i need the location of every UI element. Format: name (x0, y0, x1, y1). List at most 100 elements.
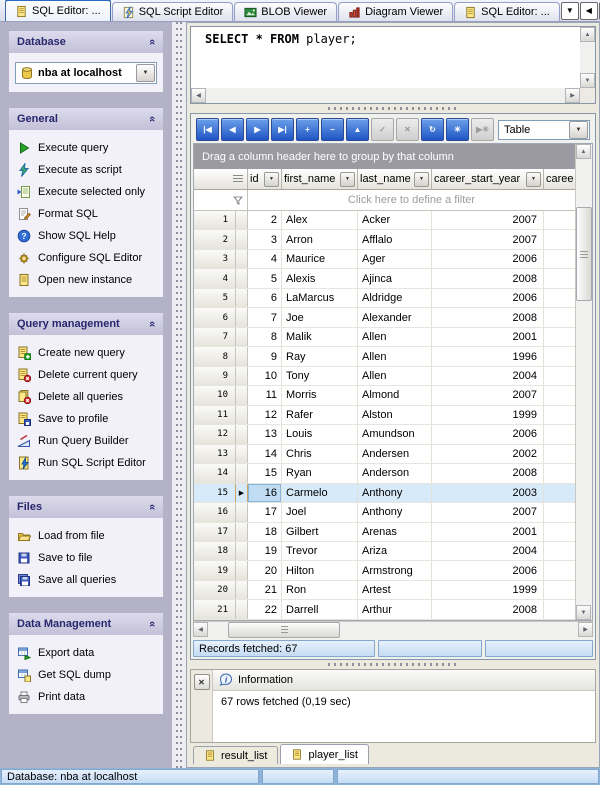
cell-last_name[interactable]: Afflalo (358, 230, 432, 248)
cell-career_start_year[interactable]: 2007 (432, 503, 544, 521)
tab-list-button[interactable]: ▼ (561, 2, 579, 20)
table-row[interactable]: 1112RaferAlston1999 (194, 406, 575, 425)
row-number-cell[interactable]: 15 (194, 484, 236, 502)
cell-last_name[interactable]: Arthur (358, 600, 432, 618)
sidebar-item-save-all-queries[interactable]: Save all queries (13, 569, 159, 591)
cell-career_start_year[interactable]: 2008 (432, 464, 544, 482)
cell-id[interactable]: 7 (248, 308, 282, 326)
scroll-right-icon[interactable]: ▶ (565, 88, 580, 103)
grid-menu-icon[interactable] (233, 175, 243, 184)
table-row[interactable]: 1213LouisAmundson2006 (194, 425, 575, 444)
cell-id[interactable]: 18 (248, 523, 282, 541)
chevron-down-icon[interactable]: ▼ (264, 172, 279, 187)
cell-id[interactable]: 8 (248, 328, 282, 346)
sidebar-item-save-to-profile[interactable]: Save to profile (13, 408, 159, 430)
row-number-cell[interactable]: 13 (194, 445, 236, 463)
cell-career-partial[interactable] (544, 406, 575, 424)
cell-last_name[interactable]: Almond (358, 386, 432, 404)
cell-id[interactable]: 5 (248, 269, 282, 287)
sidebar-item-open-new-instance[interactable]: Open new instance (13, 269, 159, 291)
cell-id[interactable]: 22 (248, 600, 282, 618)
refresh-records-button[interactable]: ↻ (421, 118, 444, 141)
section-header[interactable]: Files« (9, 496, 163, 518)
cell-career_start_year[interactable]: 2003 (432, 484, 544, 502)
cell-career-partial[interactable] (544, 386, 575, 404)
grid-corner-cell[interactable] (194, 169, 248, 189)
cell-career_start_year[interactable]: 2006 (432, 425, 544, 443)
cell-first_name[interactable]: Tony (282, 367, 358, 385)
cell-last_name[interactable]: Andersen (358, 445, 432, 463)
row-number-cell[interactable]: 17 (194, 523, 236, 541)
cell-id[interactable]: 21 (248, 581, 282, 599)
tab-sql-editor-[interactable]: SQL Editor: ... (5, 0, 111, 21)
chevron-down-icon[interactable]: ▼ (526, 172, 541, 187)
sidebar-item-execute-query[interactable]: Execute query (13, 137, 159, 159)
sidebar-item-run-query-builder[interactable]: Run Query Builder (13, 430, 159, 452)
row-number-cell[interactable]: 14 (194, 464, 236, 482)
section-header[interactable]: Query management« (9, 313, 163, 335)
scroll-up-icon[interactable]: ▲ (576, 144, 591, 159)
cell-career-partial[interactable] (544, 269, 575, 287)
cell-id[interactable]: 16 (248, 484, 282, 502)
cell-career_start_year[interactable]: 2008 (432, 600, 544, 618)
cell-id[interactable]: 17 (248, 503, 282, 521)
cell-career_start_year[interactable]: 2007 (432, 386, 544, 404)
table-row[interactable]: 89RayAllen1996 (194, 347, 575, 366)
table-row[interactable]: 910TonyAllen2004 (194, 367, 575, 386)
table-row[interactable]: 1011MorrisAlmond2007 (194, 386, 575, 405)
row-number-cell[interactable]: 9 (194, 367, 236, 385)
row-number-cell[interactable]: 10 (194, 386, 236, 404)
table-row[interactable]: 15▶16CarmeloAnthony2003 (194, 484, 575, 503)
close-icon[interactable]: ✕ (194, 674, 210, 690)
scroll-tabs-left-button[interactable]: ◀ (580, 2, 598, 20)
cell-career-partial[interactable] (544, 445, 575, 463)
cell-career_start_year[interactable]: 1999 (432, 581, 544, 599)
cell-last_name[interactable]: Armstrong (358, 561, 432, 579)
collapse-chevron-icon[interactable]: « (146, 321, 158, 327)
cell-career_start_year[interactable]: 2008 (432, 308, 544, 326)
delete-record-button[interactable]: − (321, 118, 344, 141)
cell-career-partial[interactable] (544, 230, 575, 248)
cell-first_name[interactable]: Gilbert (282, 523, 358, 541)
tab-sql-script-editor[interactable]: SQL Script Editor (112, 2, 234, 21)
query-tab-result_list[interactable]: result_list (193, 746, 278, 764)
cell-first_name[interactable]: Ron (282, 581, 358, 599)
cell-id[interactable]: 20 (248, 561, 282, 579)
sidebar-item-configure-sql-editor[interactable]: Configure SQL Editor (13, 247, 159, 269)
chevron-down-icon[interactable]: ▼ (340, 172, 355, 187)
cell-career_start_year[interactable]: 2004 (432, 542, 544, 560)
section-header[interactable]: General« (9, 108, 163, 130)
cell-id[interactable]: 3 (248, 230, 282, 248)
cell-first_name[interactable]: Alex (282, 211, 358, 229)
cell-career_start_year[interactable]: 2006 (432, 561, 544, 579)
sidebar-item-execute-as-script[interactable]: Execute as script (13, 159, 159, 181)
collapse-chevron-icon[interactable]: « (146, 504, 158, 510)
cell-career_start_year[interactable]: 2007 (432, 230, 544, 248)
cell-last_name[interactable]: Allen (358, 347, 432, 365)
cell-career-partial[interactable] (544, 425, 575, 443)
collapse-chevron-icon[interactable]: « (146, 621, 158, 627)
cell-id[interactable]: 6 (248, 289, 282, 307)
cell-last_name[interactable]: Allen (358, 328, 432, 346)
sidebar-item-execute-selected-only[interactable]: Execute selected only (13, 181, 159, 203)
chevron-down-icon[interactable]: ▼ (136, 64, 155, 82)
cell-last_name[interactable]: Anthony (358, 484, 432, 502)
table-row[interactable]: 2021RonArtest1999 (194, 581, 575, 600)
cell-id[interactable]: 19 (248, 542, 282, 560)
scroll-up-icon[interactable]: ▲ (580, 27, 595, 42)
table-row[interactable]: 23ArronAfflalo2007 (194, 230, 575, 249)
section-header[interactable]: Data Management« (9, 613, 163, 635)
next-record-button[interactable]: ▶ (246, 118, 269, 141)
cell-career-partial[interactable] (544, 503, 575, 521)
cell-first_name[interactable]: Joel (282, 503, 358, 521)
editor-hscroll-track[interactable] (206, 88, 565, 103)
tab-sql-editor-[interactable]: SQL Editor: ... (454, 2, 560, 21)
cell-last_name[interactable]: Alexander (358, 308, 432, 326)
grid-vscroll-thumb[interactable] (576, 207, 592, 301)
cell-first_name[interactable]: Ray (282, 347, 358, 365)
cell-career_start_year[interactable]: 2008 (432, 269, 544, 287)
row-number-cell[interactable]: 4 (194, 269, 236, 287)
cell-career_start_year[interactable]: 2001 (432, 328, 544, 346)
cell-career_start_year[interactable]: 2002 (432, 445, 544, 463)
row-number-cell[interactable]: 16 (194, 503, 236, 521)
